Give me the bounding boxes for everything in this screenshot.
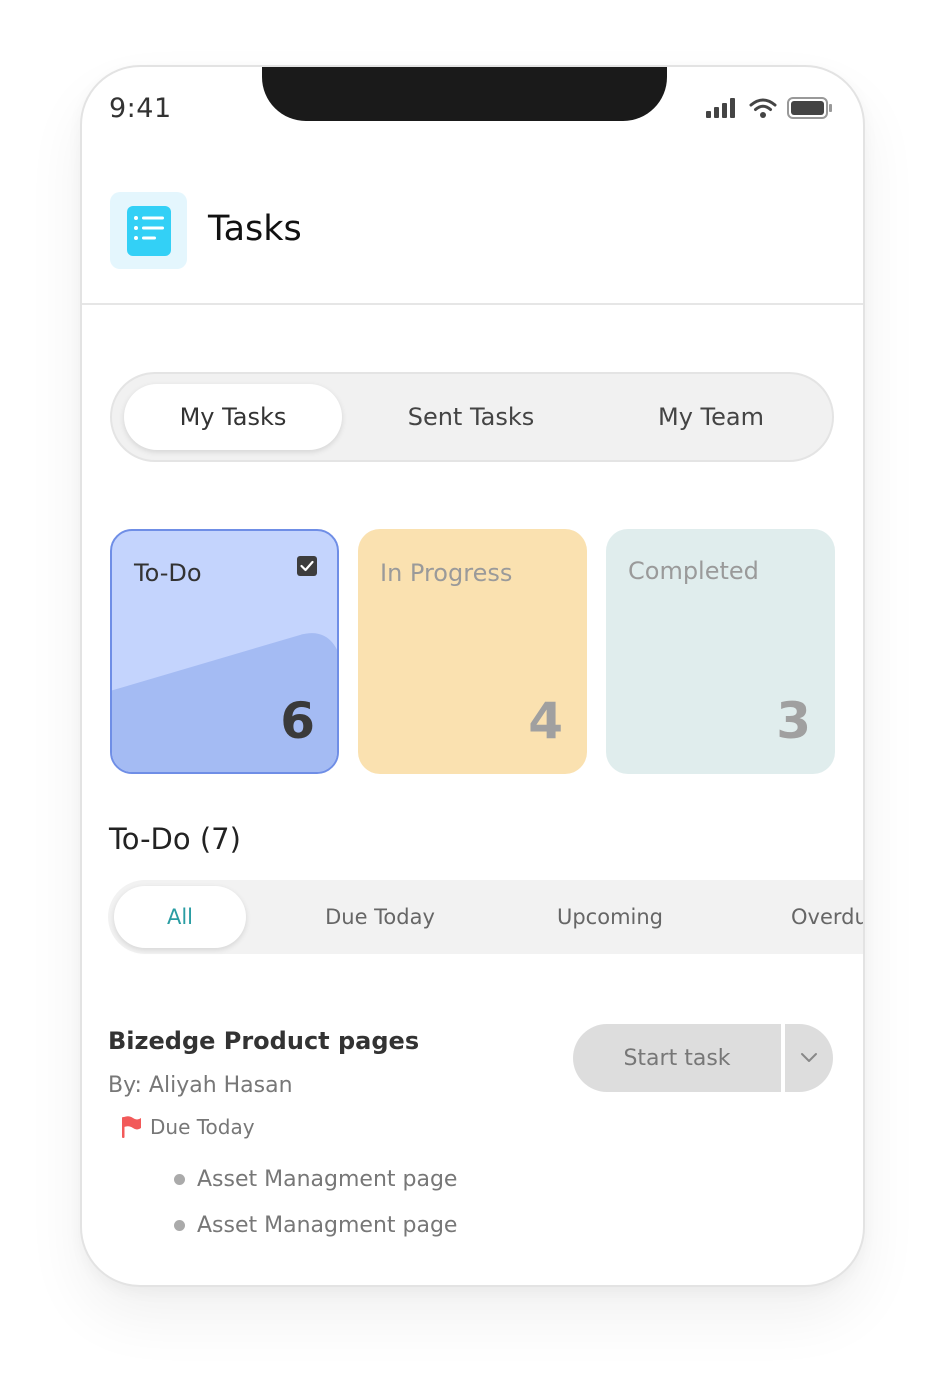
battery-icon: [787, 97, 832, 119]
tab-my-tasks[interactable]: My Tasks: [124, 384, 342, 450]
page-title: Tasks: [208, 209, 302, 249]
app-header: Tasks: [82, 189, 863, 305]
completed-card-count: 3: [776, 692, 811, 750]
task-scope-tabs: My Tasks Sent Tasks My Team: [110, 372, 834, 462]
chevron-down-icon: [801, 1053, 817, 1062]
status-time: 9:41: [109, 93, 172, 124]
filter-upcoming[interactable]: Upcoming: [518, 886, 702, 948]
phone-frame: 9:41 Tasks My Tasks Sent Tasks My Team T…: [80, 65, 865, 1287]
start-task-button[interactable]: Start task: [573, 1024, 781, 1092]
in-progress-card-label: In Progress: [380, 559, 513, 587]
due-label: Due Today: [150, 1115, 255, 1139]
task-list-icon: [110, 192, 187, 269]
todo-card-label: To-Do: [134, 559, 202, 587]
wifi-icon: [749, 98, 777, 118]
filter-overdue[interactable]: Overdue: [791, 886, 863, 948]
tab-my-team[interactable]: My Team: [600, 384, 822, 450]
status-icons: [705, 97, 833, 119]
completed-card-label: Completed: [628, 557, 759, 585]
subtask-label: Asset Managment page: [197, 1213, 458, 1238]
tab-sent-tasks[interactable]: Sent Tasks: [360, 384, 582, 450]
completed-card[interactable]: Completed 3: [606, 529, 835, 774]
in-progress-card-count: 4: [528, 692, 563, 750]
bullet: [174, 1220, 185, 1231]
list-item: Asset Managment page: [174, 1167, 457, 1192]
filter-all[interactable]: All: [114, 886, 246, 948]
flag-icon: [122, 1116, 141, 1138]
checkbox-checked-icon: [297, 556, 317, 576]
due-row: Due Today: [120, 1115, 255, 1139]
subtask-label: Asset Managment page: [197, 1167, 458, 1192]
filter-due-today[interactable]: Due Today: [288, 886, 472, 948]
todo-card-count: 6: [280, 692, 315, 750]
task-assigner: By: Aliyah Hasan: [108, 1073, 293, 1098]
start-task-options-button[interactable]: [785, 1024, 833, 1092]
list-item: Asset Managment page: [174, 1213, 457, 1238]
signal-icon: [706, 98, 735, 118]
in-progress-card[interactable]: In Progress 4: [358, 529, 587, 774]
device-notch: [262, 67, 667, 121]
todo-card[interactable]: To-Do 6: [110, 529, 339, 774]
filter-bar: All Due Today Upcoming Overdue: [108, 880, 863, 954]
task-title: Bizedge Product pages: [108, 1027, 420, 1055]
bullet: [174, 1174, 185, 1185]
section-title: To-Do (7): [109, 822, 241, 856]
